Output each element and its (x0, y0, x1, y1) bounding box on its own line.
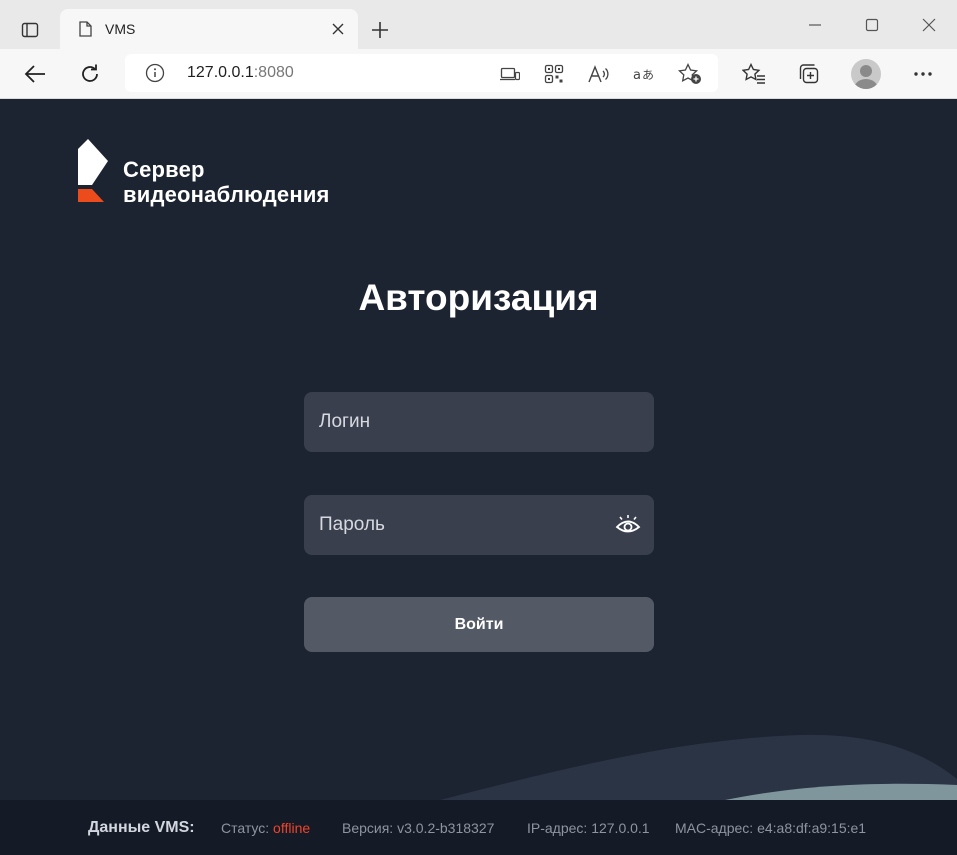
address-bar[interactable]: 127.0.0.1:8080 aあ (125, 54, 718, 92)
mac-info: MAC-адрес: e4:a8:df:a9:15:e1 (675, 820, 867, 836)
login-button[interactable]: Войти (304, 597, 654, 652)
status-label: Статус: (221, 820, 270, 836)
favorites-icon[interactable] (737, 57, 771, 91)
status-info: Статус: offline (221, 820, 310, 836)
show-password-icon[interactable] (615, 513, 641, 537)
status-badge: offline (273, 820, 311, 836)
minimize-icon[interactable] (795, 10, 835, 40)
add-favorite-icon[interactable] (677, 61, 703, 87)
browser-tab[interactable]: VMS (60, 9, 358, 49)
new-tab-button[interactable] (366, 16, 394, 44)
ip-info: IP-адрес: 127.0.0.1 (527, 820, 650, 836)
close-icon[interactable] (328, 19, 348, 39)
info-icon[interactable] (145, 63, 165, 83)
tab-title: VMS (105, 21, 136, 37)
logo-line-1: Сервер (123, 157, 205, 182)
svg-text:あ: あ (642, 68, 654, 82)
browser-tab-bar: VMS (0, 0, 957, 49)
login-input[interactable] (304, 392, 654, 452)
svg-text:a: a (633, 68, 641, 83)
read-aloud-icon[interactable] (586, 61, 612, 87)
refresh-icon[interactable] (73, 57, 107, 91)
page-title: Авторизация (358, 277, 599, 318)
url-port: :8080 (253, 64, 294, 81)
back-icon[interactable] (18, 57, 52, 91)
footer-label: Данные VMS: (88, 819, 195, 836)
url-host: 127.0.0.1 (187, 64, 254, 81)
profile-avatar[interactable] (851, 59, 881, 89)
login-page: Сервер видеонаблюдения Авторизация Войти (0, 99, 957, 800)
window-close-icon[interactable] (909, 10, 949, 40)
decorative-waves (440, 734, 957, 800)
collections-icon[interactable] (792, 57, 826, 91)
password-input[interactable] (304, 495, 654, 555)
password-field (304, 495, 654, 555)
more-icon[interactable] (906, 57, 940, 91)
qr-code-icon[interactable] (541, 61, 567, 87)
maximize-icon[interactable] (852, 10, 892, 40)
logo-icon (78, 139, 108, 202)
translate-icon[interactable]: aあ (631, 61, 657, 87)
tab-actions-icon[interactable] (12, 14, 48, 46)
page-icon (77, 21, 93, 37)
logo-text: Сервер видеонаблюдения (123, 157, 330, 207)
browser-toolbar: 127.0.0.1:8080 aあ (0, 49, 957, 99)
version-info: Версия: v3.0.2-b318327 (342, 820, 495, 836)
url-text[interactable]: 127.0.0.1:8080 (187, 64, 294, 82)
logo-line-2: видеонаблюдения (123, 182, 330, 207)
app-available-icon[interactable] (497, 61, 523, 87)
login-field (304, 392, 654, 452)
plus-icon (372, 22, 388, 38)
footer: Данные VMS: Статус: offline Версия: v3.0… (0, 800, 957, 855)
